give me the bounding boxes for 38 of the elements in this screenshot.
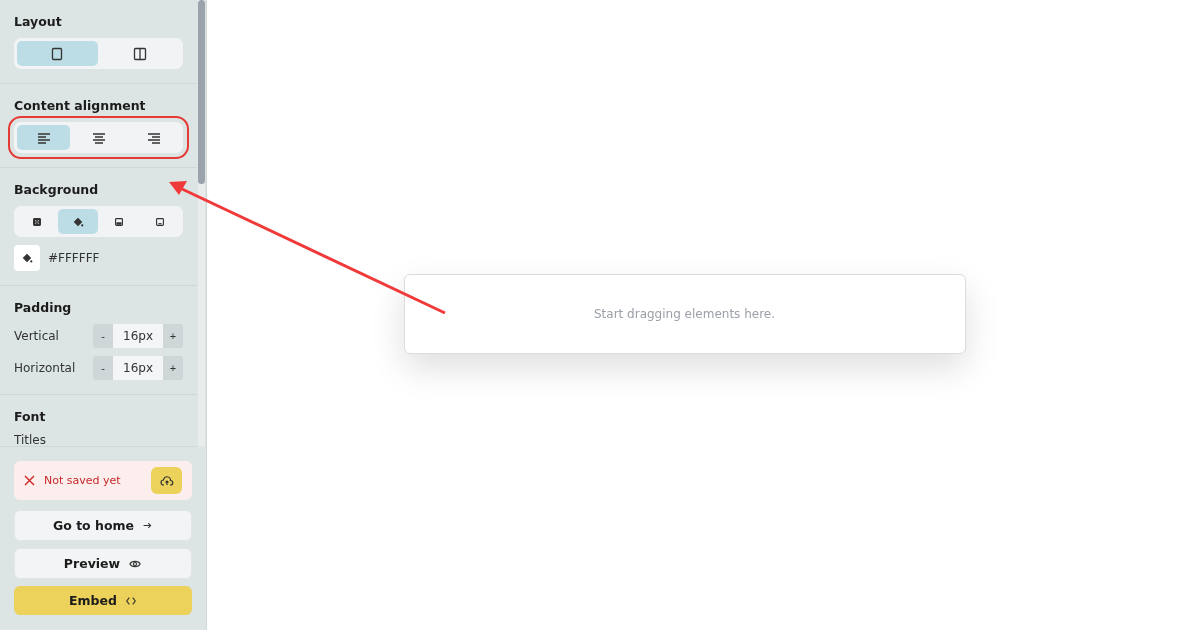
paint-bucket-icon — [71, 215, 84, 228]
align-center-icon — [90, 130, 107, 145]
section-title: Content alignment — [14, 98, 147, 113]
align-right-icon — [145, 130, 162, 145]
cloud-upload-icon — [159, 474, 174, 487]
paint-bucket-icon — [21, 252, 33, 264]
preview-button[interactable]: Preview — [14, 548, 192, 579]
single-column-icon — [50, 46, 65, 61]
padding-label: Vertical — [14, 329, 59, 343]
section-title: Layout — [14, 14, 63, 29]
section-title: Background — [14, 182, 100, 197]
padding-value-field[interactable]: 16px — [113, 324, 163, 348]
font-label: Titles — [14, 433, 47, 446]
scrollbar-thumb[interactable] — [198, 0, 205, 184]
padding-value-field[interactable]: 16px — [113, 356, 163, 380]
align-left-icon — [35, 130, 52, 145]
section-title: Padding — [14, 300, 73, 315]
option-button[interactable] — [17, 125, 70, 150]
two-column-icon — [132, 46, 147, 61]
drop-zone: Start dragging elements here. — [403, 274, 966, 354]
close-icon — [24, 475, 35, 486]
image-icon — [154, 215, 167, 228]
color-swatch-button[interactable] — [14, 245, 40, 271]
option-button[interactable] — [58, 209, 98, 234]
decrement-button[interactable]: - — [93, 324, 113, 348]
color-value: #FFFFFF — [48, 251, 100, 265]
home-button[interactable]: Go to home — [14, 510, 192, 541]
arrow-right-icon — [142, 520, 154, 531]
increment-button[interactable]: + — [163, 324, 183, 348]
decrement-button[interactable]: - — [93, 356, 113, 380]
checker-icon — [30, 215, 43, 228]
increment-button[interactable]: + — [163, 356, 183, 380]
gradient-icon — [113, 215, 126, 228]
section-title: Font — [14, 409, 47, 424]
status-text: Not saved yet — [44, 474, 122, 487]
padding-label: Horizontal — [14, 361, 76, 375]
embed-button[interactable]: Embed — [14, 586, 192, 615]
save-button[interactable] — [151, 467, 182, 494]
